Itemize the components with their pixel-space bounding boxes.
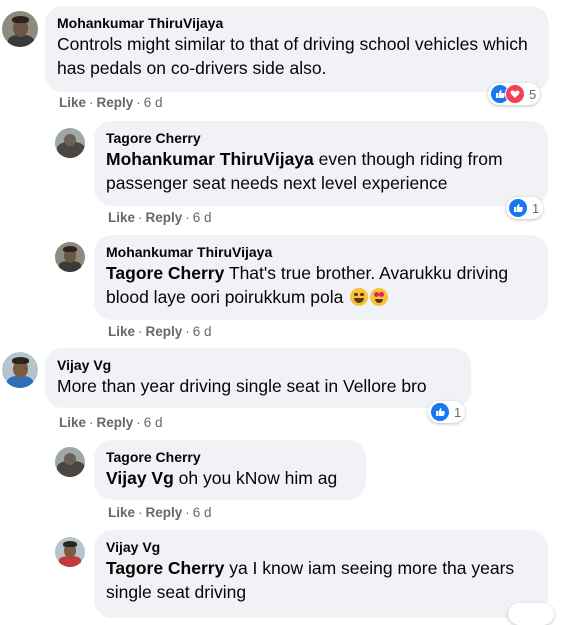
comment-author[interactable]: Tagore Cherry (106, 448, 354, 466)
comment-actions: Like · Reply · 6 d (108, 324, 212, 339)
reply-link[interactable]: Reply (146, 210, 183, 225)
comment-actions: Like · Reply · 6 d (59, 95, 163, 110)
love-icon (505, 84, 525, 104)
comment-time[interactable]: 6 d (144, 95, 163, 110)
separator: · (89, 95, 94, 110)
avatar[interactable] (55, 537, 85, 567)
separator: · (89, 415, 94, 430)
reply-link[interactable]: Reply (97, 95, 134, 110)
like-icon (508, 198, 528, 218)
reaction-count: 1 (454, 404, 462, 420)
avatar[interactable] (2, 11, 38, 47)
reaction-summary[interactable]: 5 (488, 83, 541, 105)
comment-author[interactable]: Mohankumar ThiruVijaya (106, 243, 536, 261)
comment-text: Controls might similar to that of drivin… (57, 34, 528, 78)
mention[interactable]: Vijay Vg (106, 468, 174, 488)
comment-bubble: Tagore Cherry Mohankumar ThiruVijaya eve… (94, 121, 548, 206)
reply-link[interactable]: Reply (146, 324, 183, 339)
reaction-summary-partial[interactable] (508, 603, 554, 625)
comment-actions: Like · Reply · 6 d (108, 210, 212, 225)
comment-bubble: Mohankumar ThiruVijaya Tagore Cherry Tha… (94, 235, 548, 320)
comment-time[interactable]: 6 d (193, 505, 212, 520)
separator: · (138, 505, 143, 520)
avatar[interactable] (55, 128, 85, 158)
like-link[interactable]: Like (59, 95, 86, 110)
comment-body: oh you kNow him ag (173, 468, 338, 488)
separator: · (185, 505, 190, 520)
reaction-count: 5 (529, 86, 537, 102)
like-icon (430, 402, 450, 422)
comment-bubble: Vijay Vg Tagore Cherry ya I know iam see… (94, 530, 548, 618)
mention[interactable]: Tagore Cherry (106, 263, 224, 283)
like-link[interactable]: Like (108, 210, 135, 225)
comment-text: Vijay Vg oh you kNow him ag (106, 466, 354, 490)
comment-time[interactable]: 6 d (193, 210, 212, 225)
comment-text: More than year driving single seat in Ve… (57, 376, 427, 396)
reaction-summary[interactable]: 1 (428, 401, 466, 423)
comment-author[interactable]: Mohankumar ThiruVijaya (57, 14, 537, 32)
avatar[interactable] (55, 242, 85, 272)
comment-text: Mohankumar ThiruVijaya even though ridin… (106, 147, 536, 195)
separator: · (136, 415, 141, 430)
separator: · (185, 324, 190, 339)
avatar[interactable] (2, 352, 38, 388)
heart-eyes-emoji (370, 288, 389, 306)
like-link[interactable]: Like (108, 505, 135, 520)
reply-link[interactable]: Reply (146, 505, 183, 520)
comment-text: Tagore Cherry That's true brother. Avaru… (106, 261, 536, 309)
like-link[interactable]: Like (108, 324, 135, 339)
comment-author[interactable]: Vijay Vg (106, 538, 536, 556)
separator: · (185, 210, 190, 225)
comment-time[interactable]: 6 d (193, 324, 212, 339)
like-link[interactable]: Like (59, 415, 86, 430)
comment-text: Tagore Cherry ya I know iam seeing more … (106, 556, 536, 604)
comment-author[interactable]: Tagore Cherry (106, 129, 536, 147)
comment-actions: Like · Reply · 6 d (108, 505, 212, 520)
comment-bubble: Mohankumar ThiruVijaya Controls might si… (45, 6, 549, 92)
avatar[interactable] (55, 447, 85, 477)
reply-link[interactable]: Reply (97, 415, 134, 430)
separator: · (138, 210, 143, 225)
mention[interactable]: Tagore Cherry (106, 558, 224, 578)
comment-time[interactable]: 6 d (144, 415, 163, 430)
comment-bubble: Vijay Vg More than year driving single s… (45, 348, 471, 408)
separator: · (136, 95, 141, 110)
comment-author[interactable]: Vijay Vg (57, 356, 459, 374)
reaction-count: 1 (532, 200, 540, 216)
reaction-summary[interactable]: 1 (506, 197, 544, 219)
mention[interactable]: Mohankumar ThiruVijaya (106, 149, 314, 169)
comment-bubble: Tagore Cherry Vijay Vg oh you kNow him a… (94, 440, 366, 500)
comment-actions: Like · Reply · 6 d (59, 415, 163, 430)
separator: · (138, 324, 143, 339)
grinning-sweat-emoji (350, 288, 369, 306)
